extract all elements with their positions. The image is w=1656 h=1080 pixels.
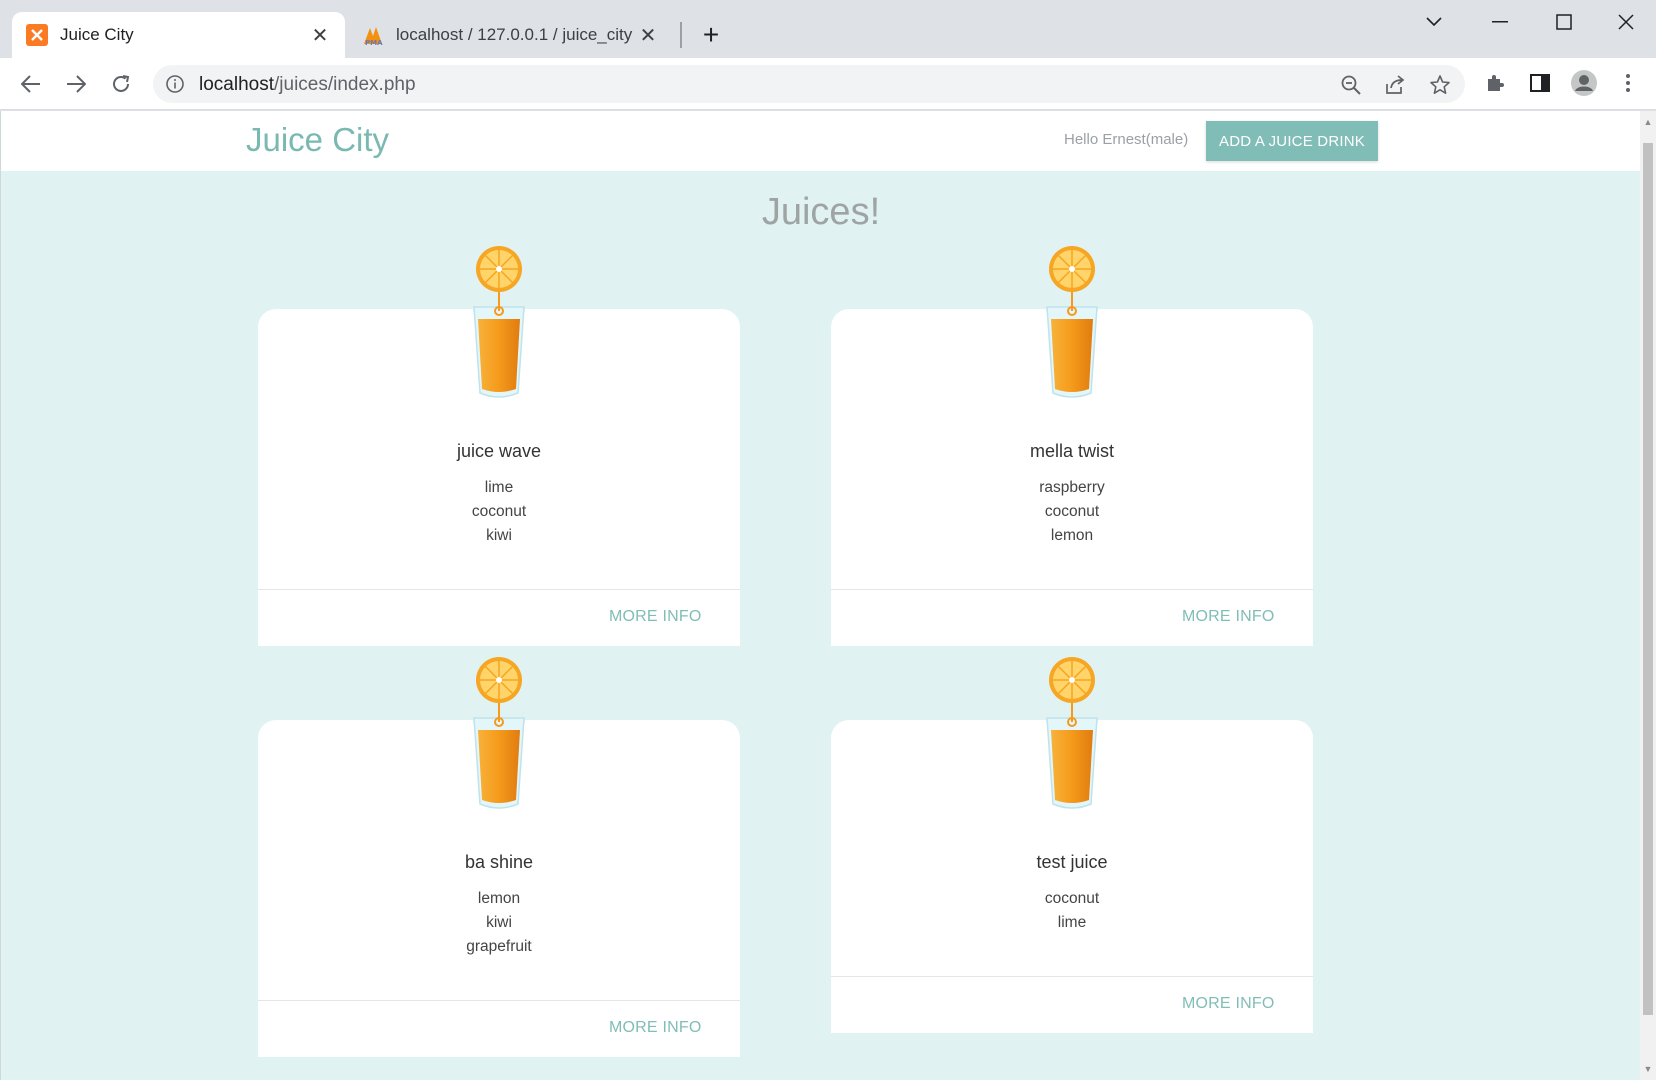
juice-glass-icon (1046, 657, 1098, 809)
ingredient: coconut (471, 503, 527, 520)
ingredient-list: raspberry coconut lemon (831, 476, 1313, 548)
tab-title: localhost / 127.0.0.1 / juice_city / (396, 25, 637, 44)
url-host: localhost (199, 74, 274, 95)
scrollbar-thumb[interactable] (1643, 143, 1653, 1015)
card-divider (831, 589, 1313, 590)
profile-avatar-icon[interactable] (1570, 69, 1598, 97)
page-scrollbar[interactable]: ▲ ▼ (1640, 111, 1656, 1080)
page-title: Juices! (761, 191, 881, 233)
ingredient: kiwi (486, 914, 512, 931)
juice-name: ba shine (464, 852, 534, 872)
xampp-icon (26, 24, 48, 46)
tab-search-icon[interactable] (1404, 4, 1464, 40)
share-icon[interactable] (1384, 74, 1406, 96)
scroll-up-icon[interactable]: ▲ (1643, 117, 1653, 127)
back-icon[interactable] (15, 68, 47, 100)
minimize-icon[interactable] (1470, 4, 1530, 40)
menu-kebab-icon[interactable] (1614, 69, 1642, 97)
tab-juice-city[interactable]: Juice City ✕ (12, 12, 345, 58)
tab-strip: Juice City ✕ PMA localhost / 127.0.0.1 /… (0, 0, 1656, 58)
more-info-link[interactable]: MORE INFO (609, 608, 701, 626)
juice-glass-icon (473, 657, 525, 809)
scroll-down-icon[interactable]: ▼ (1643, 1064, 1653, 1074)
ingredient: coconut (1044, 503, 1100, 520)
zoom-icon[interactable] (1340, 74, 1362, 96)
juice-name: juice wave (456, 441, 542, 461)
tab-phpmyadmin[interactable]: PMA localhost / 127.0.0.1 / juice_city /… (348, 12, 673, 58)
bookmark-star-icon[interactable] (1429, 74, 1451, 96)
ingredient: grapefruit (466, 938, 532, 955)
juice-glass-icon (1046, 246, 1098, 398)
browser-toolbar: localhost/juices/index.php (0, 58, 1656, 110)
site-navbar: Juice City Hello Ernest(male) ADD A JUIC… (1, 111, 1640, 171)
ingredient: coconut (1044, 890, 1100, 907)
tab-separator (680, 22, 682, 48)
ingredient-list: lemon kiwi grapefruit (258, 887, 740, 959)
ingredient-list: coconut lime (831, 887, 1313, 935)
close-tab-icon[interactable]: ✕ (309, 24, 331, 47)
juice-glass-icon (473, 246, 525, 398)
url-path: /juices/index.php (274, 74, 416, 95)
card-divider (831, 976, 1313, 977)
tab-title: Juice City (60, 25, 134, 44)
more-info-link[interactable]: MORE INFO (609, 1019, 701, 1037)
ingredient: lemon (477, 890, 521, 907)
user-greeting: Hello Ernest(male) (1064, 131, 1189, 148)
ingredient: lime (484, 479, 514, 496)
address-bar[interactable]: localhost/juices/index.php (153, 65, 1465, 103)
reload-icon[interactable] (105, 68, 137, 100)
card-divider (258, 1000, 740, 1001)
juice-name: mella twist (1029, 441, 1114, 461)
page-viewport: Juice City Hello Ernest(male) ADD A JUIC… (0, 111, 1640, 1080)
add-juice-button[interactable]: ADD A JUICE DRINK (1206, 121, 1378, 161)
juice-name: test juice (1036, 852, 1108, 872)
ingredient: lemon (1050, 527, 1094, 544)
phpmyadmin-icon: PMA (362, 24, 384, 46)
ingredient: lime (1057, 914, 1087, 931)
svg-text:PMA: PMA (365, 39, 383, 46)
side-panel-icon[interactable] (1526, 69, 1554, 97)
site-info-icon[interactable] (165, 74, 185, 94)
extensions-icon[interactable] (1481, 69, 1509, 97)
ingredient-list: lime coconut kiwi (258, 476, 740, 548)
forward-icon[interactable] (60, 68, 92, 100)
ingredient: raspberry (1039, 479, 1105, 496)
url-text: localhost/juices/index.php (199, 74, 416, 96)
close-window-icon[interactable] (1596, 4, 1656, 40)
brand-logo[interactable]: Juice City (246, 121, 389, 159)
close-tab-icon[interactable]: ✕ (637, 24, 659, 47)
more-info-link[interactable]: MORE INFO (1182, 608, 1274, 626)
ingredient: kiwi (486, 527, 512, 544)
card-divider (258, 589, 740, 590)
more-info-link[interactable]: MORE INFO (1182, 995, 1274, 1013)
new-tab-icon[interactable]: + (696, 19, 726, 50)
maximize-icon[interactable] (1534, 4, 1594, 40)
